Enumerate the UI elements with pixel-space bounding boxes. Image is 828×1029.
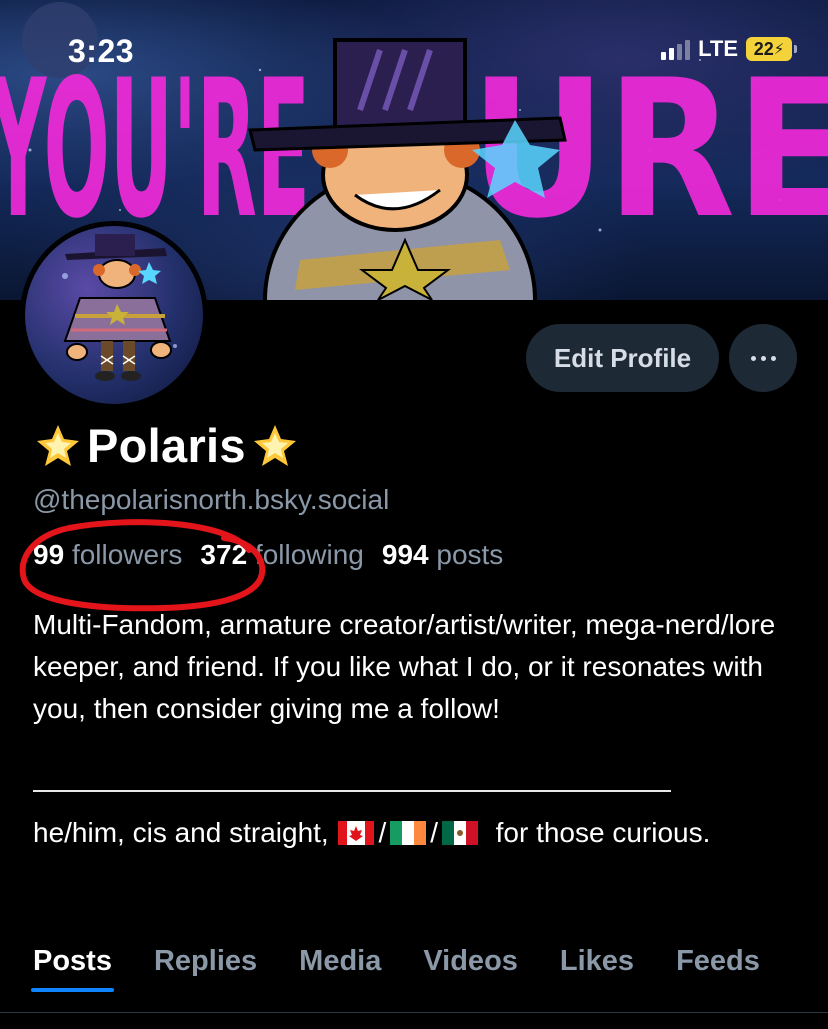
profile-handle: @thepolarisnorth.bsky.social	[33, 484, 390, 515]
tab-posts[interactable]: Posts	[31, 945, 114, 1004]
flag-separator: /	[430, 817, 439, 848]
tabs-divider	[0, 1012, 828, 1013]
edit-profile-button[interactable]: Edit Profile	[526, 324, 719, 392]
bio-curious-text: for those curious.	[495, 817, 711, 848]
flag-separator: /	[378, 817, 387, 848]
charging-bolt-icon: ⚡	[773, 41, 785, 58]
posts-label: posts	[436, 539, 504, 570]
posts-count: 994	[381, 539, 429, 570]
profile-page: YOU'RE URE 3:23 LTE 22 ⚡ Edit Profile Po…	[0, 0, 828, 1029]
avatar[interactable]	[22, 223, 206, 407]
flag-canada-icon	[338, 821, 375, 845]
flag-mexico-icon	[442, 821, 479, 845]
ellipsis-icon	[750, 355, 776, 361]
battery-indicator: 22 ⚡	[746, 37, 797, 61]
profile-bio-pronouns: he/him, cis and straight, / / for those …	[33, 812, 803, 854]
tab-likes[interactable]: Likes	[560, 945, 634, 1004]
tab-media[interactable]: Media	[299, 945, 381, 1004]
battery-level: 22	[753, 38, 774, 59]
tab-replies[interactable]: Replies	[154, 945, 257, 1004]
network-type: LTE	[698, 36, 738, 61]
status-indicators: LTE 22 ⚡	[661, 36, 797, 62]
status-time: 3:23	[68, 33, 135, 69]
tab-videos[interactable]: Videos	[423, 945, 518, 1004]
signal-bars-icon	[661, 38, 691, 60]
display-name: Polaris	[87, 419, 246, 472]
posts-stat: 994 posts	[382, 539, 503, 571]
avatar-artwork	[62, 234, 177, 381]
profile-bio: Multi-Fandom, armature creator/artist/wr…	[33, 609, 776, 724]
flag-ireland-icon	[390, 821, 427, 845]
bio-pronouns-text: he/him, cis and straight,	[33, 817, 329, 848]
tab-feeds[interactable]: Feeds	[676, 945, 760, 1004]
bio-divider	[33, 790, 671, 792]
glowing-star-icon	[253, 424, 296, 466]
display-name-row: Polaris	[33, 418, 300, 473]
more-options-button[interactable]	[729, 324, 797, 392]
profile-tabs: Posts Replies Media Videos Likes Feeds	[31, 945, 760, 1004]
glowing-star-icon	[37, 424, 79, 466]
